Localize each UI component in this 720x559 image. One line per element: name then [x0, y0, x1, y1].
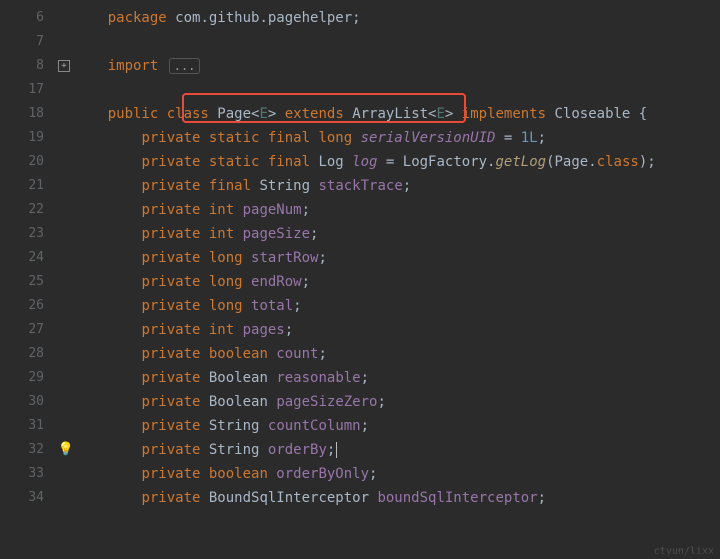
code-line[interactable]: 33 private boolean orderByOnly; [0, 462, 720, 486]
line-number: 30 [0, 390, 58, 414]
code-text[interactable]: private long startRow; [74, 246, 720, 270]
code-text[interactable]: import ... [74, 54, 720, 78]
line-number: 8 [0, 54, 58, 78]
code-text[interactable]: private int pages; [74, 318, 720, 342]
code-text[interactable]: private String orderBy; [74, 438, 720, 462]
code-line[interactable]: 31 private String countColumn; [0, 414, 720, 438]
code-line[interactable]: 20 private static final Log log = LogFac… [0, 150, 720, 174]
folded-region[interactable]: ... [169, 58, 201, 74]
line-number: 32 [0, 438, 58, 462]
line-number: 28 [0, 342, 58, 366]
code-line[interactable]: 6 package com.github.pagehelper; [0, 6, 720, 30]
code-text[interactable]: private static final Log log = LogFactor… [74, 150, 720, 174]
line-number: 34 [0, 486, 58, 510]
code-text[interactable]: private int pageSize; [74, 222, 720, 246]
code-line[interactable]: 17 [0, 78, 720, 102]
intention-bulb-icon[interactable]: 💡 [58, 438, 74, 462]
line-number: 7 [0, 30, 58, 54]
line-number: 18 [0, 102, 58, 126]
code-line[interactable]: 29 private Boolean reasonable; [0, 366, 720, 390]
line-number: 21 [0, 174, 58, 198]
line-number: 23 [0, 222, 58, 246]
code-line[interactable]: 27 private int pages; [0, 318, 720, 342]
code-text[interactable]: private static final long serialVersionU… [74, 126, 720, 150]
code-line[interactable]: 7 [0, 30, 720, 54]
line-number: 26 [0, 294, 58, 318]
code-line[interactable]: 22 private int pageNum; [0, 198, 720, 222]
line-number: 24 [0, 246, 58, 270]
code-text[interactable]: public class Page<E> extends ArrayList<E… [74, 102, 720, 126]
code-text[interactable]: package com.github.pagehelper; [74, 6, 720, 30]
code-line[interactable]: 8+ import ... [0, 54, 720, 78]
code-line[interactable]: 26 private long total; [0, 294, 720, 318]
code-editor[interactable]: 6 package com.github.pagehelper;78+ impo… [0, 0, 720, 510]
line-number: 27 [0, 318, 58, 342]
line-number: 20 [0, 150, 58, 174]
code-text[interactable]: private long endRow; [74, 270, 720, 294]
code-text[interactable]: private Boolean pageSizeZero; [74, 390, 720, 414]
line-number: 25 [0, 270, 58, 294]
code-line[interactable]: 19 private static final long serialVersi… [0, 126, 720, 150]
line-number: 22 [0, 198, 58, 222]
code-text[interactable]: private BoundSqlInterceptor boundSqlInte… [74, 486, 720, 510]
line-number: 6 [0, 6, 58, 30]
code-text[interactable]: private final String stackTrace; [74, 174, 720, 198]
code-line[interactable]: 32💡 private String orderBy; [0, 438, 720, 462]
code-line[interactable]: 23 private int pageSize; [0, 222, 720, 246]
code-text[interactable]: private boolean orderByOnly; [74, 462, 720, 486]
code-text[interactable]: private String countColumn; [74, 414, 720, 438]
code-text[interactable]: private Boolean reasonable; [74, 366, 720, 390]
line-number: 29 [0, 366, 58, 390]
line-number: 19 [0, 126, 58, 150]
code-text[interactable]: private long total; [74, 294, 720, 318]
bottom-fade [0, 549, 720, 559]
line-number: 31 [0, 414, 58, 438]
code-text[interactable]: private boolean count; [74, 342, 720, 366]
code-line[interactable]: 18 public class Page<E> extends ArrayLis… [0, 102, 720, 126]
code-line[interactable]: 28 private boolean count; [0, 342, 720, 366]
code-line[interactable]: 25 private long endRow; [0, 270, 720, 294]
fold-expand-icon[interactable]: + [58, 60, 70, 72]
line-number: 33 [0, 462, 58, 486]
line-number: 17 [0, 78, 58, 102]
text-caret [336, 442, 337, 458]
code-text[interactable]: private int pageNum; [74, 198, 720, 222]
code-line[interactable]: 30 private Boolean pageSizeZero; [0, 390, 720, 414]
code-line[interactable]: 24 private long startRow; [0, 246, 720, 270]
code-line[interactable]: 21 private final String stackTrace; [0, 174, 720, 198]
code-line[interactable]: 34 private BoundSqlInterceptor boundSqlI… [0, 486, 720, 510]
